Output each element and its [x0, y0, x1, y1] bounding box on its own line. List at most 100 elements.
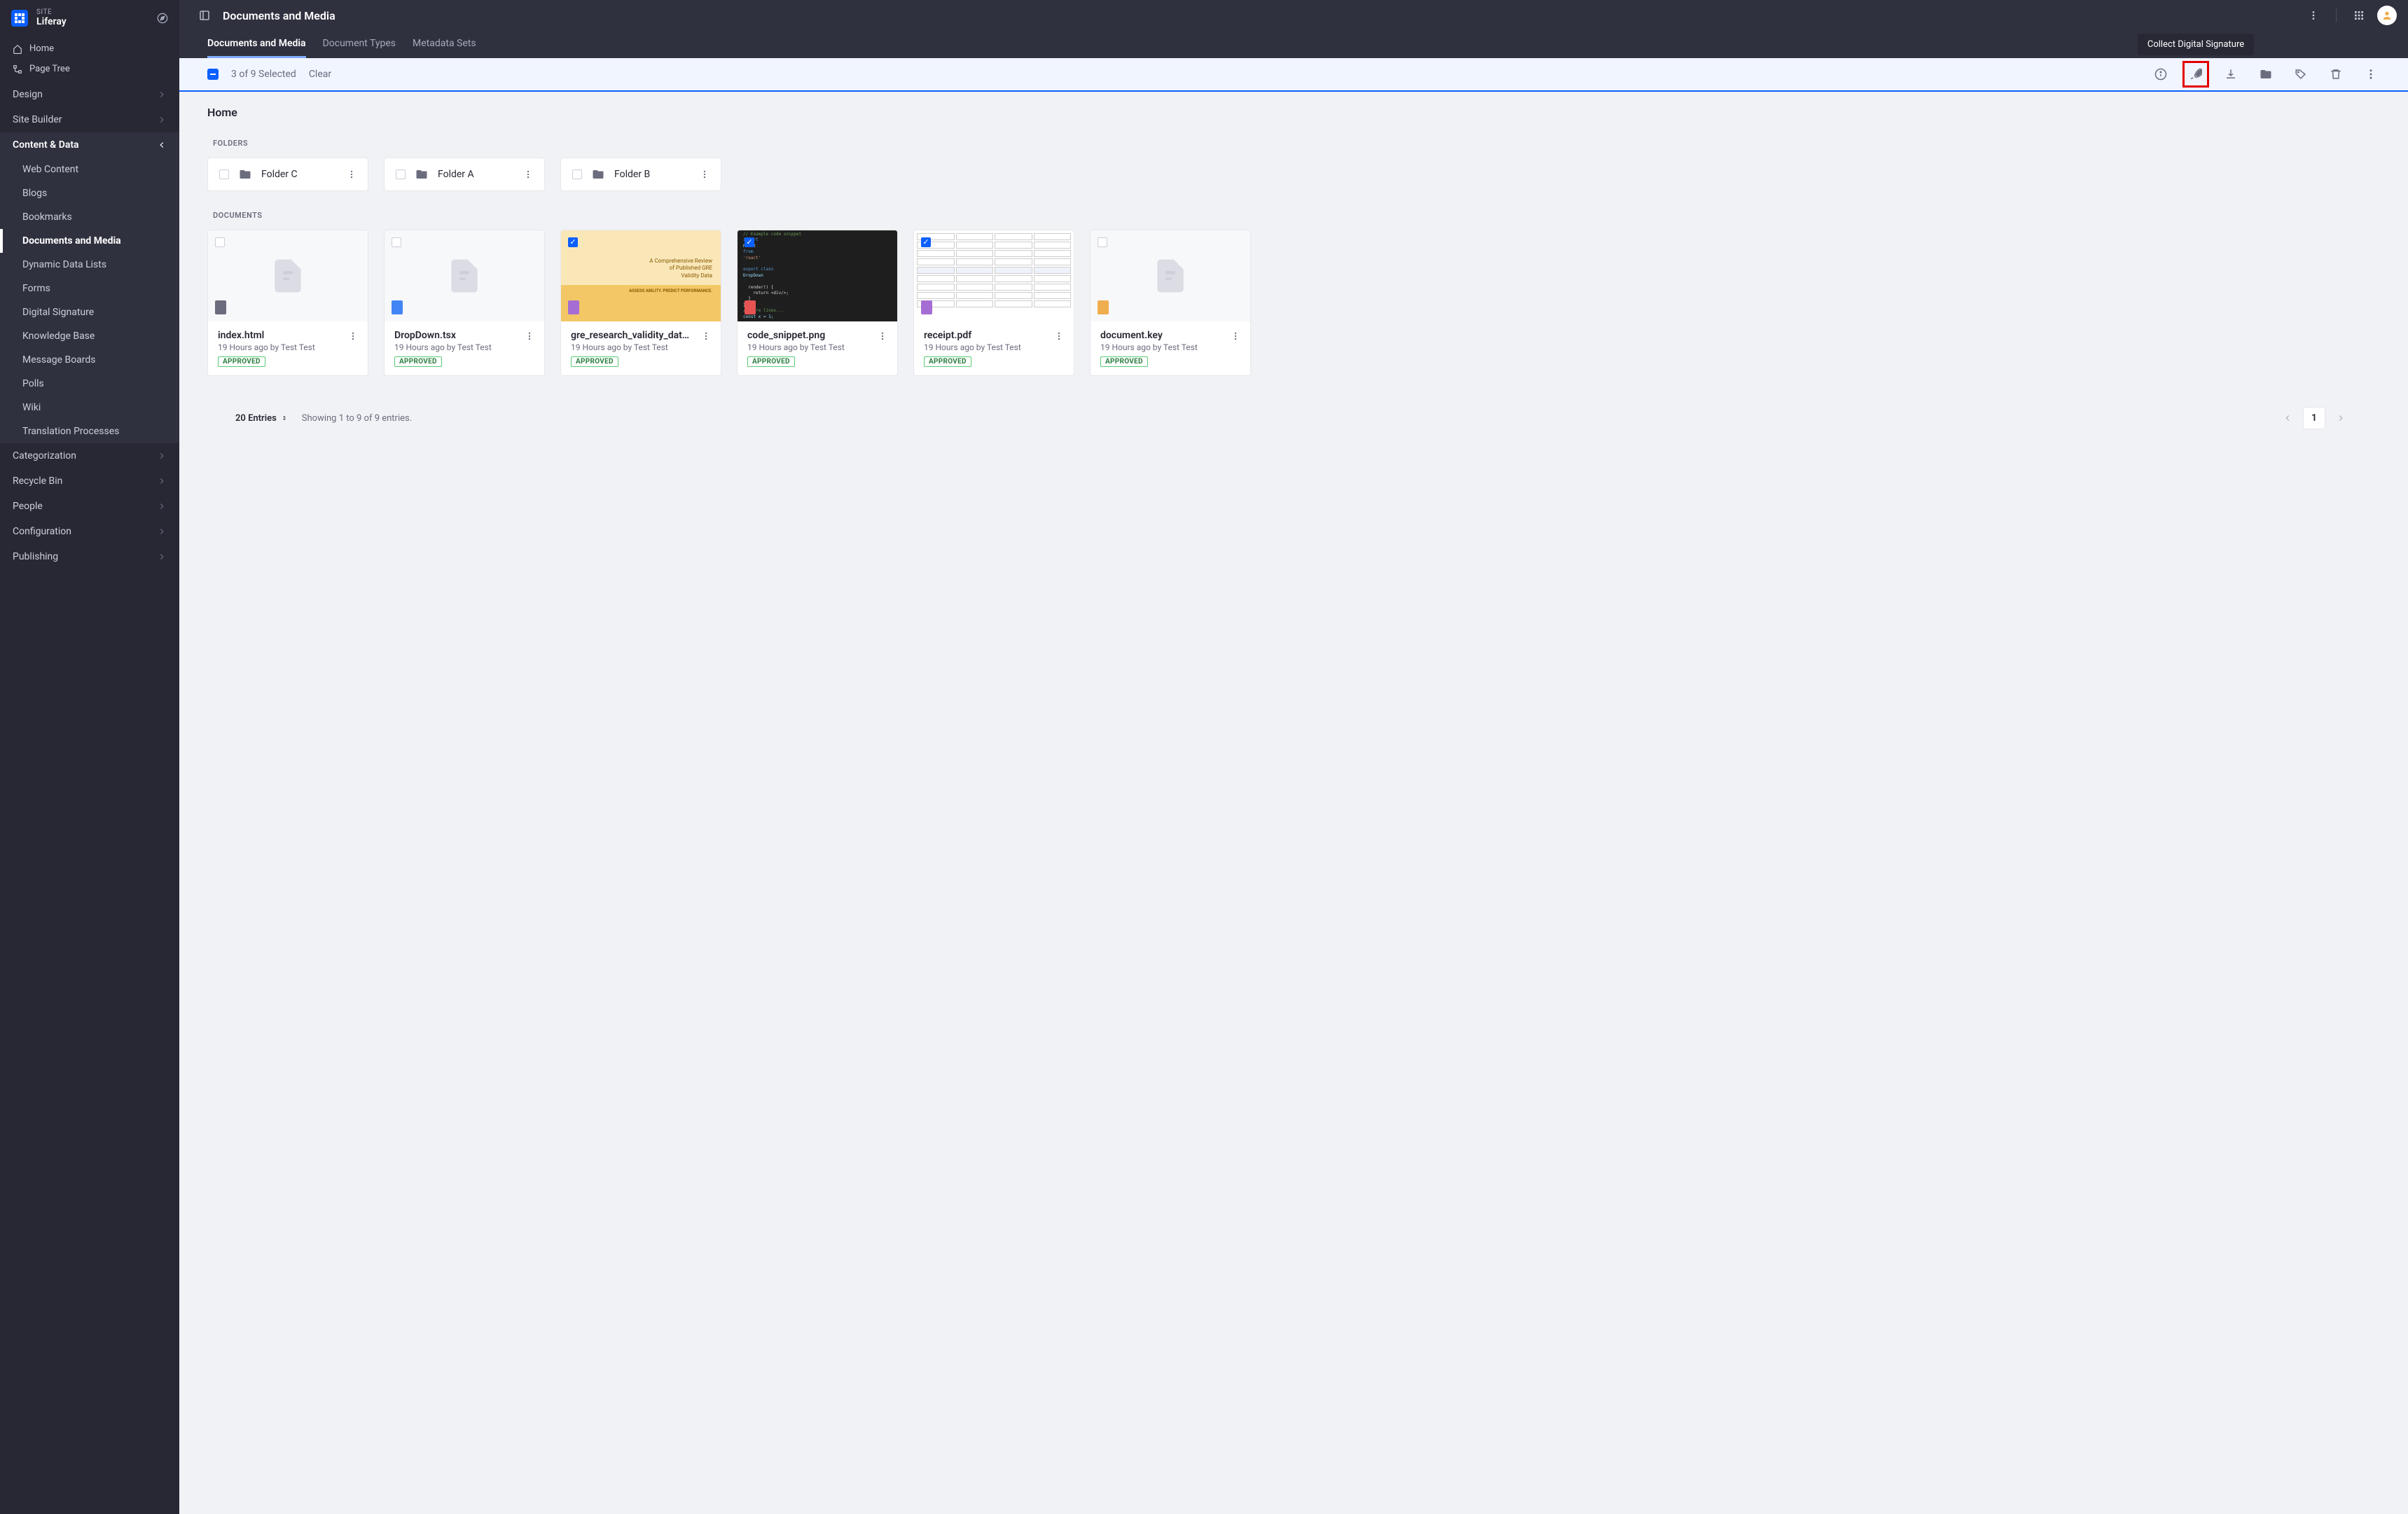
next-page-button[interactable]	[2330, 407, 2352, 429]
document-card[interactable]: // Example code snippetimport React from…	[737, 230, 898, 376]
nav-group-publishing[interactable]: Publishing	[0, 544, 179, 569]
select-all-checkbox[interactable]	[207, 69, 219, 80]
site-header[interactable]: SITE Liferay	[0, 0, 179, 36]
user-avatar[interactable]	[2377, 6, 2397, 25]
document-more-icon[interactable]	[1054, 331, 1064, 341]
info-icon[interactable]	[2152, 65, 2170, 83]
document-checkbox[interactable]	[745, 237, 754, 247]
nav-sub-knowledge-base[interactable]: Knowledge Base	[0, 324, 179, 348]
nav-group-label: Configuration	[13, 526, 71, 537]
clear-selection-button[interactable]: Clear	[309, 69, 331, 80]
document-card[interactable]: receipt.pdf19 Hours ago by Test TestAPPR…	[913, 230, 1074, 376]
document-meta: 19 Hours ago by Test Test	[571, 342, 694, 352]
document-thumbnail[interactable]	[1091, 230, 1250, 321]
document-card[interactable]: DropDown.tsx19 Hours ago by Test TestAPP…	[384, 230, 545, 376]
document-thumbnail[interactable]: // Example code snippetimport React from…	[738, 230, 897, 321]
site-logo-icon	[11, 10, 28, 27]
nav-sub-wiki[interactable]: Wiki	[0, 396, 179, 419]
tag-icon[interactable]	[2292, 65, 2310, 83]
folder-name: Folder C	[261, 169, 337, 180]
folder-checkbox[interactable]	[572, 169, 582, 179]
document-thumbnail[interactable]	[208, 230, 368, 321]
document-thumbnail[interactable]	[914, 230, 1074, 321]
nav-group-label: Site Builder	[13, 114, 62, 125]
nav-sub-translation-processes[interactable]: Translation Processes	[0, 419, 179, 443]
nav-sub-dynamic-data-lists[interactable]: Dynamic Data Lists	[0, 253, 179, 277]
nav-group-configuration[interactable]: Configuration	[0, 519, 179, 544]
collect-signature-icon[interactable]: Collect Digital Signature	[2187, 65, 2205, 83]
nav-group-site-builder[interactable]: Site Builder	[0, 107, 179, 132]
document-checkbox[interactable]	[215, 237, 225, 247]
document-checkbox[interactable]	[392, 237, 401, 247]
entries-count[interactable]: 20 Entries	[235, 413, 288, 424]
nav-group-categorization[interactable]: Categorization	[0, 443, 179, 468]
panel-toggle-icon[interactable]	[196, 7, 213, 24]
document-card[interactable]: A Comprehensive Reviewof Published GREVa…	[560, 230, 721, 376]
trash-icon[interactable]	[2327, 65, 2345, 83]
folder-card[interactable]: Folder A	[384, 158, 545, 191]
prev-page-button[interactable]	[2276, 407, 2299, 429]
nav-group-content-data[interactable]: Content & Data	[0, 132, 179, 158]
nav-sub-bookmarks[interactable]: Bookmarks	[0, 205, 179, 229]
tab-documents-and-media[interactable]: Documents and Media	[207, 31, 306, 58]
nav-item-home[interactable]: Home	[0, 39, 179, 59]
chevron-icon	[157, 115, 167, 125]
document-card[interactable]: index.html19 Hours ago by Test TestAPPRO…	[207, 230, 368, 376]
nav-item-page-tree[interactable]: Page Tree	[0, 59, 179, 79]
document-more-icon[interactable]	[1231, 331, 1240, 341]
nav-sub-polls[interactable]: Polls	[0, 372, 179, 396]
folder-more-icon[interactable]	[523, 169, 533, 179]
nav-sub-digital-signature[interactable]: Digital Signature	[0, 300, 179, 324]
nav-group-label: Publishing	[13, 551, 58, 562]
document-checkbox[interactable]	[921, 237, 931, 247]
nav-sub-blogs[interactable]: Blogs	[0, 181, 179, 205]
document-thumbnail[interactable]	[385, 230, 544, 321]
compass-icon[interactable]	[157, 13, 168, 24]
page-title: Documents and Media	[223, 9, 2295, 22]
document-more-icon[interactable]	[878, 331, 887, 341]
tabs: Documents and Media Document Types Metadat…	[179, 31, 2408, 58]
nav-sub-message-boards[interactable]: Message Boards	[0, 348, 179, 372]
status-badge: APPROVED	[394, 356, 442, 367]
page-number[interactable]: 1	[2303, 407, 2325, 429]
more-actions-icon[interactable]	[2362, 65, 2380, 83]
folder-card[interactable]: Folder B	[560, 158, 721, 191]
nav-item-label: Home	[29, 43, 54, 54]
kebab-menu-icon[interactable]	[2305, 7, 2322, 24]
chevron-icon	[157, 552, 167, 562]
document-card[interactable]: document.key19 Hours ago by Test TestAPP…	[1090, 230, 1251, 376]
document-meta: 19 Hours ago by Test Test	[1100, 342, 1224, 352]
status-badge: APPROVED	[218, 356, 265, 367]
nav-sub-documents-and-media[interactable]: Documents and Media	[0, 229, 179, 253]
tab-document-types[interactable]: Document Types	[323, 31, 396, 58]
pagination-bar: 20 Entries Showing 1 to 9 of 9 entries. …	[207, 396, 2380, 446]
document-checkbox[interactable]	[1098, 237, 1107, 247]
status-badge: APPROVED	[924, 356, 971, 367]
download-icon[interactable]	[2222, 65, 2240, 83]
nav-sub-web-content[interactable]: Web Content	[0, 158, 179, 181]
nav-group-design[interactable]: Design	[0, 82, 179, 107]
folder-checkbox[interactable]	[219, 169, 229, 179]
file-type-badge-icon	[921, 300, 932, 314]
document-more-icon[interactable]	[348, 331, 358, 341]
document-name: gre_research_validity_data.pdf	[571, 330, 694, 341]
document-more-icon[interactable]	[525, 331, 534, 341]
document-checkbox[interactable]	[568, 237, 578, 247]
nav-group-label: Recycle Bin	[13, 475, 62, 487]
folder-more-icon[interactable]	[347, 169, 357, 179]
document-name: document.key	[1100, 330, 1224, 341]
folder-card[interactable]: Folder C	[207, 158, 368, 191]
apps-grid-icon[interactable]	[2351, 7, 2367, 24]
documents-section-label: DOCUMENTS	[213, 211, 2380, 220]
move-folder-icon[interactable]	[2257, 65, 2275, 83]
folder-checkbox[interactable]	[396, 169, 406, 179]
nav-group-people[interactable]: People	[0, 494, 179, 519]
folder-more-icon[interactable]	[700, 169, 710, 179]
nav-sub-forms[interactable]: Forms	[0, 277, 179, 300]
tab-metadata-sets[interactable]: Metadata Sets	[413, 31, 476, 58]
breadcrumb[interactable]: Home	[207, 106, 2380, 119]
document-more-icon[interactable]	[701, 331, 711, 341]
document-thumbnail[interactable]: A Comprehensive Reviewof Published GREVa…	[561, 230, 721, 321]
nav-group-recycle-bin[interactable]: Recycle Bin	[0, 468, 179, 494]
content-area: Home FOLDERS Folder CFolder AFolder B DO…	[179, 92, 2408, 1514]
